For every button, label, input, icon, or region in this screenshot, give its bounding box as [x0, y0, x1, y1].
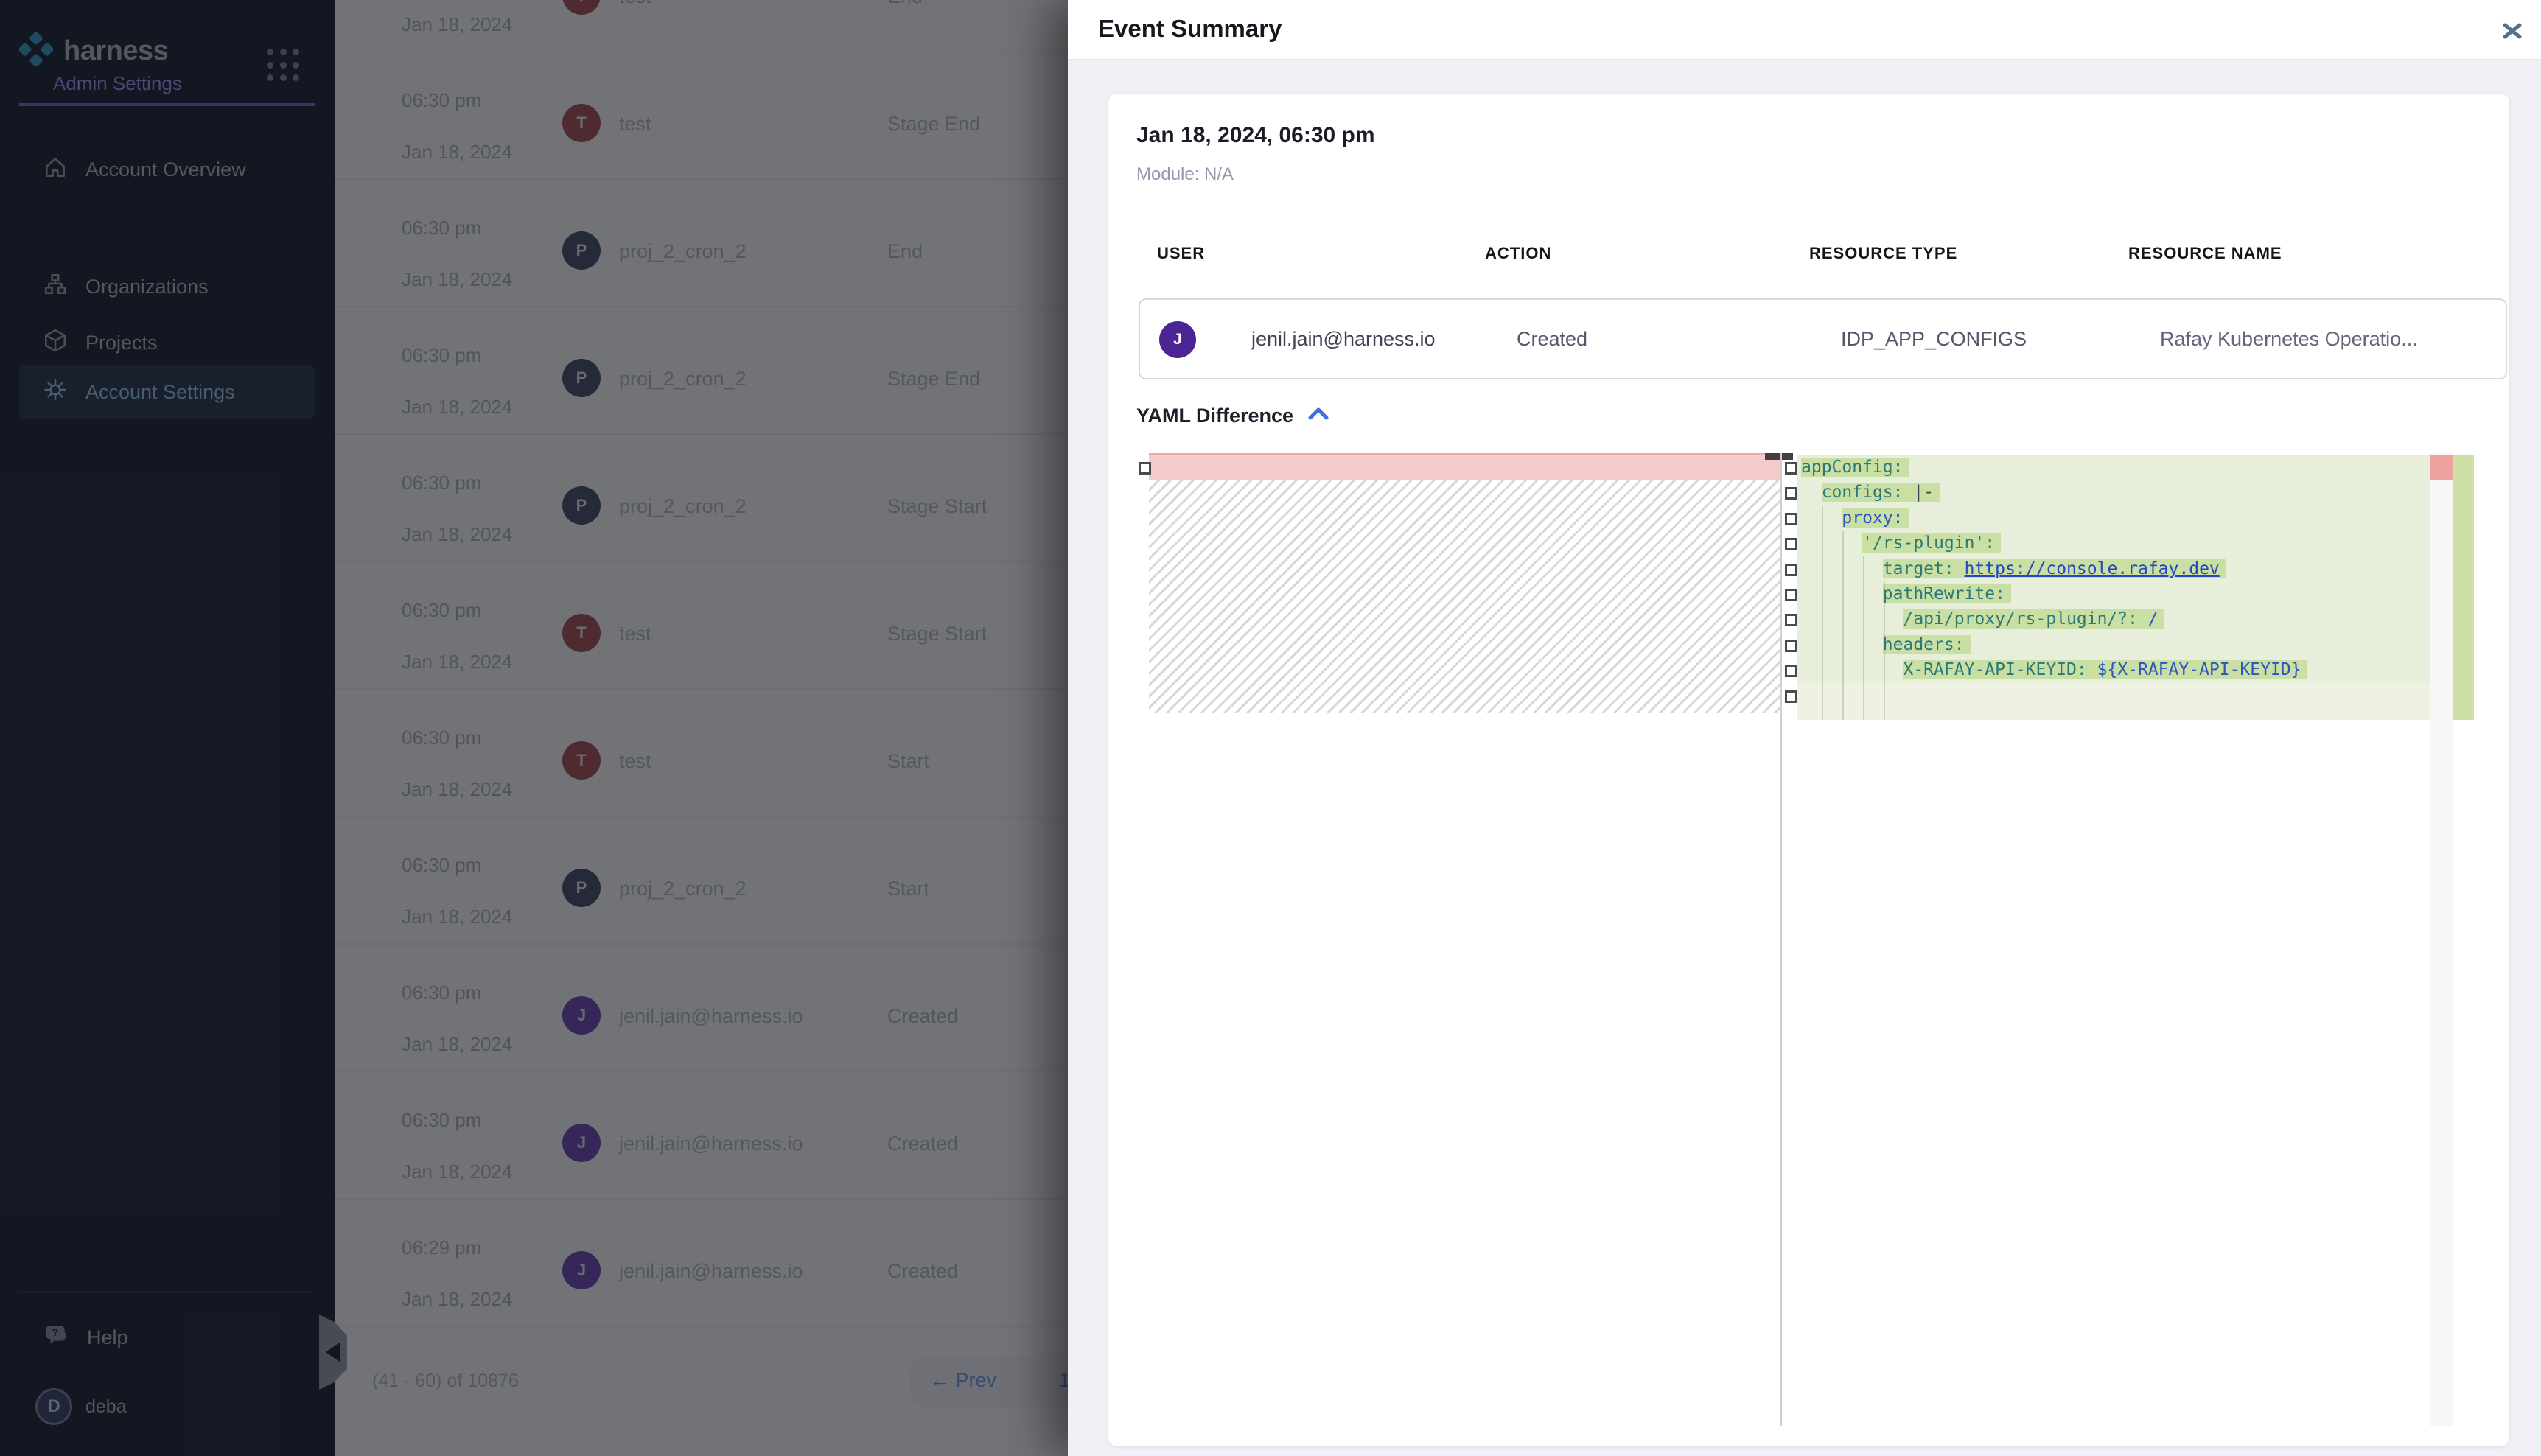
diff-line-marker[interactable]	[1785, 462, 1797, 475]
left-overview-removed-mark	[1765, 453, 1793, 460]
close-icon[interactable]	[2499, 18, 2526, 44]
col-header-resource-name: RESOURCE NAME	[2128, 244, 2282, 263]
event-summary-drawer: Event Summary Jan 18, 2024, 06:30 pm Mod…	[1068, 0, 2541, 1456]
yaml-code-line: appConfig:	[1797, 455, 2430, 480]
col-header-user: USER	[1157, 244, 1205, 263]
scrollbar-track[interactable]	[2430, 453, 2453, 1426]
diff-line-marker[interactable]	[1785, 640, 1797, 652]
modal-scrim[interactable]	[0, 0, 1068, 1456]
overview-ruler-added	[2453, 455, 2474, 720]
yaml-code-line: target: https://console.rafay.dev	[1797, 556, 2430, 581]
event-module: Module: N/A	[1136, 164, 1234, 185]
avatar: J	[1159, 321, 1196, 358]
event-resource-type: IDP_APP_CONFIGS	[1841, 328, 2027, 351]
yaml-code-line: X-RAFAY-API-KEYID: ${X-RAFAY-API-KEYID}	[1797, 657, 2430, 682]
event-summary-card: Jan 18, 2024, 06:30 pm Module: N/A USER …	[1108, 94, 2509, 1446]
col-header-action: ACTION	[1485, 244, 1551, 263]
diff-line-marker[interactable]	[1785, 614, 1797, 626]
overview-ruler-removed	[2430, 455, 2453, 480]
yaml-code[interactable]: appConfig: configs: |- proxy: '/rs-plugi…	[1797, 455, 2430, 708]
yaml-code-line: '/rs-plugin':	[1797, 531, 2430, 556]
yaml-code-line: pathRewrite:	[1797, 581, 2430, 606]
yaml-code-line	[1797, 683, 2430, 708]
diff-sash[interactable]	[1780, 453, 1782, 1426]
empty-region-hatch	[1149, 480, 1781, 713]
diff-line-marker[interactable]	[1785, 513, 1797, 525]
drawer-title: Event Summary	[1098, 15, 1282, 43]
yaml-difference-toggle[interactable]: YAML Difference	[1136, 405, 1330, 427]
diff-line-marker[interactable]	[1785, 538, 1797, 550]
diff-line-marker[interactable]	[1785, 690, 1797, 703]
drawer-header: Event Summary	[1068, 0, 2541, 60]
diff-line-marker[interactable]	[1785, 487, 1797, 500]
yaml-code-line: /api/proxy/rs-plugin/?: /	[1797, 606, 2430, 631]
diff-line-marker[interactable]	[1785, 564, 1797, 576]
event-user: jenil.jain@harness.io	[1251, 328, 1436, 351]
event-resource-name: Rafay Kubernetes Operatio...	[2160, 328, 2418, 351]
yaml-difference-label: YAML Difference	[1136, 405, 1293, 427]
diff-line-marker[interactable]	[1785, 589, 1797, 601]
yaml-code-line: proxy:	[1797, 505, 2430, 531]
chevron-up-icon	[1307, 406, 1330, 426]
yaml-code-line: headers:	[1797, 632, 2430, 657]
yaml-diff-editor: appConfig: configs: |- proxy: '/rs-plugi…	[1139, 453, 2477, 1426]
event-datetime: Jan 18, 2024, 06:30 pm	[1136, 123, 1375, 148]
event-detail-row: J jenil.jain@harness.io Created IDP_APP_…	[1139, 298, 2507, 379]
event-action: Created	[1517, 328, 1587, 351]
removed-line	[1149, 455, 1781, 480]
diff-line-marker[interactable]	[1785, 665, 1797, 677]
diff-line-marker[interactable]	[1139, 462, 1151, 475]
yaml-code-line: configs: |-	[1797, 480, 2430, 505]
col-header-resource-type: RESOURCE TYPE	[1809, 244, 1957, 263]
